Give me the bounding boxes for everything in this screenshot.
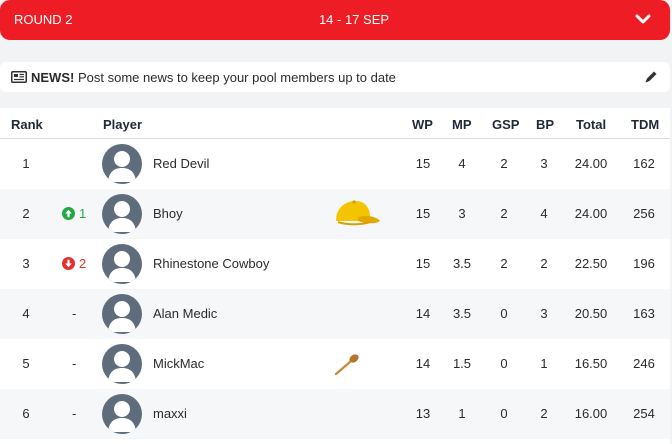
mp-cell: 3 (458, 206, 466, 221)
header-player[interactable]: Player (103, 117, 142, 132)
tdm-cell: 254 (633, 406, 655, 421)
table-row[interactable]: 4 - Alan Medic 14 3.5 0 3 20.50 163 (0, 289, 670, 339)
avatar (102, 244, 142, 284)
table-row[interactable]: 3 2 Rhinestone Cowboy 15 3.5 2 2 22.50 1… (0, 239, 670, 289)
total-cell: 16.50 (574, 356, 608, 371)
total-cell: 20.50 (574, 306, 608, 321)
header-rank[interactable]: Rank (11, 117, 43, 132)
wp-cell: 13 (415, 406, 431, 421)
gsp-cell: 2 (500, 206, 508, 221)
rank-cell: 1 (22, 156, 30, 171)
yellow-cap-icon (336, 200, 380, 226)
rank-change-value: 1 (79, 206, 87, 221)
bp-cell: 4 (540, 206, 548, 221)
total-cell: 16.00 (574, 406, 608, 421)
tdm-cell: 162 (633, 156, 655, 171)
standings-table: Rank Player WP MP GSP BP Total TDM 1 Red… (0, 108, 670, 444)
rank-change: 1 (62, 206, 86, 221)
round-selector[interactable]: ROUND 2 14 - 17 SEP (0, 0, 670, 40)
bp-cell: 1 (540, 356, 548, 371)
chevron-down-icon[interactable] (634, 10, 652, 28)
player-name[interactable]: Alan Medic (153, 306, 217, 321)
news-bar: NEWS! Post some news to keep your pool m… (0, 62, 670, 92)
mp-cell: 1.5 (452, 356, 472, 371)
mp-cell: 4 (458, 156, 466, 171)
tdm-cell: 246 (633, 356, 655, 371)
wp-cell: 15 (415, 156, 431, 171)
bp-cell: 3 (540, 156, 548, 171)
wp-cell: 15 (415, 206, 431, 221)
news-title: NEWS! (31, 70, 75, 85)
bp-cell: 3 (540, 306, 548, 321)
player-name[interactable]: maxxi (153, 406, 187, 421)
gsp-cell: 0 (500, 356, 508, 371)
player-name[interactable]: Red Devil (153, 156, 209, 171)
mp-cell: 1 (458, 406, 466, 421)
mp-cell: 3.5 (452, 256, 472, 271)
table-row[interactable]: 6 - maxxi 13 1 0 2 16.00 254 (0, 389, 670, 439)
news-text: NEWS! Post some news to keep your pool m… (31, 70, 396, 85)
rank-cell: 4 (22, 306, 30, 321)
gsp-cell: 0 (500, 406, 508, 421)
player-name[interactable]: Rhinestone Cowboy (153, 256, 269, 271)
rank-cell: 2 (22, 206, 30, 221)
header-wp[interactable]: WP (412, 117, 433, 132)
player-name[interactable]: Bhoy (153, 206, 183, 221)
rank-change-value: - (72, 406, 77, 421)
header-tdm[interactable]: TDM (631, 117, 659, 132)
gsp-cell: 0 (500, 306, 508, 321)
gsp-cell: 2 (500, 256, 508, 271)
wp-cell: 15 (415, 256, 431, 271)
player-name[interactable]: MickMac (153, 356, 204, 371)
total-cell: 24.00 (574, 156, 608, 171)
rank-change: 2 (62, 256, 86, 271)
avatar (102, 394, 142, 434)
tdm-cell: 196 (633, 256, 655, 271)
avatar (102, 344, 142, 384)
arrow-down-circle-icon (62, 257, 75, 270)
rank-change-value: - (72, 356, 77, 371)
news-message: Post some news to keep your pool members… (77, 70, 396, 85)
header-total[interactable]: Total (576, 117, 606, 132)
header-gsp[interactable]: GSP (492, 117, 519, 132)
table-row[interactable]: 1 Red Devil 15 4 2 3 24.00 162 (0, 139, 670, 189)
rank-change-value: 2 (79, 256, 87, 271)
bp-cell: 2 (540, 406, 548, 421)
tdm-cell: 256 (633, 206, 655, 221)
arrow-up-circle-icon (62, 207, 75, 220)
round-dates: 14 - 17 SEP (318, 12, 390, 27)
avatar (102, 294, 142, 334)
header-mp[interactable]: MP (452, 117, 472, 132)
table-header: Rank Player WP MP GSP BP Total TDM (0, 108, 670, 139)
rank-cell: 3 (22, 256, 30, 271)
gsp-cell: 2 (500, 156, 508, 171)
rank-change-value: - (72, 306, 77, 321)
tdm-cell: 163 (633, 306, 655, 321)
table-row[interactable]: 5 - MickMac 14 1.5 0 1 16.50 246 (0, 339, 670, 389)
rank-cell: 5 (22, 356, 30, 371)
avatar (102, 144, 142, 184)
table-row[interactable]: 2 1 Bhoy 15 3 2 4 24.00 256 (0, 189, 670, 239)
total-cell: 22.50 (574, 256, 608, 271)
bp-cell: 2 (540, 256, 548, 271)
wp-cell: 14 (415, 306, 431, 321)
avatar (102, 194, 142, 234)
wooden-spoon-icon (334, 354, 359, 376)
rank-cell: 6 (22, 406, 30, 421)
wp-cell: 14 (415, 356, 431, 371)
pencil-icon[interactable] (644, 70, 658, 84)
total-cell: 24.00 (574, 206, 608, 221)
header-bp[interactable]: BP (536, 117, 554, 132)
mp-cell: 3.5 (452, 306, 472, 321)
newspaper-icon (11, 71, 27, 83)
